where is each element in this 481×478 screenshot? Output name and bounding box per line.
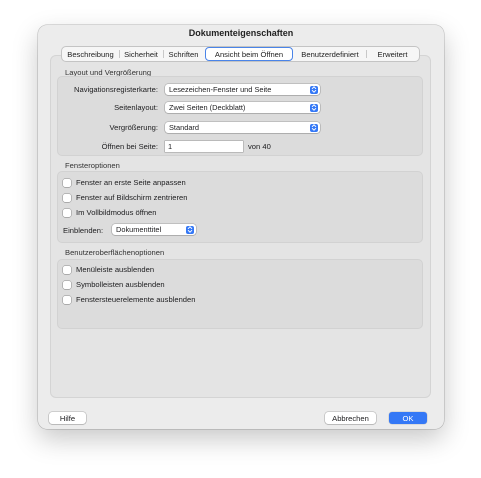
checkbox-hide-menubar[interactable]: Menüleiste ausblenden bbox=[63, 265, 154, 274]
section-title-ui-options: Benutzeroberflächenoptionen bbox=[65, 248, 165, 257]
open-page-label: Öffnen bei Seite: bbox=[101, 142, 158, 151]
popup-arrows-icon bbox=[310, 85, 318, 94]
help-button[interactable]: Hilfe bbox=[49, 412, 86, 424]
checkbox-label: Fenster an erste Seite anpassen bbox=[76, 178, 186, 187]
tab-schriften[interactable]: Schriften bbox=[163, 47, 204, 61]
show-label: Einblenden: bbox=[63, 226, 104, 235]
checkbox-hide-window-controls[interactable]: Fenstersteuerelemente ausblenden bbox=[63, 295, 195, 304]
nav-tab-label: Navigationsregisterkarte: bbox=[74, 85, 158, 94]
checkbox-label: Fenstersteuerelemente ausblenden bbox=[76, 295, 196, 304]
document-properties-dialog: Dokumenteigenschaften Beschreibung Siche… bbox=[38, 25, 444, 429]
zoom-value: Standard bbox=[169, 123, 199, 132]
open-page-input[interactable]: 1 bbox=[165, 141, 243, 152]
checkbox-box[interactable] bbox=[63, 265, 71, 274]
dialog-title: Dokumenteigenschaften bbox=[188, 28, 294, 38]
checkbox-label: Symbolleisten ausblenden bbox=[76, 280, 165, 289]
page-layout-value: Zwei Seiten (Deckblatt) bbox=[169, 103, 246, 112]
page-layout-popup[interactable]: Zwei Seiten (Deckblatt) bbox=[165, 102, 320, 113]
popup-arrows-icon bbox=[310, 123, 318, 132]
checkbox-hide-toolbars[interactable]: Symbolleisten ausblenden bbox=[63, 280, 165, 289]
checkbox-label: Im Vollbildmodus öffnen bbox=[76, 208, 157, 217]
checkbox-box[interactable] bbox=[63, 295, 71, 304]
section-title-window-options: Fensteroptionen bbox=[65, 161, 120, 170]
checkbox-box[interactable] bbox=[63, 178, 71, 187]
zoom-popup[interactable]: Standard bbox=[165, 122, 320, 133]
checkbox-box[interactable] bbox=[63, 193, 71, 202]
checkbox-center-window[interactable]: Fenster auf Bildschirm zentrieren bbox=[63, 193, 187, 202]
cancel-button[interactable]: Abbrechen bbox=[325, 412, 376, 424]
tab-benutzerdefiniert[interactable]: Benutzerdefiniert bbox=[294, 47, 366, 61]
popup-arrows-icon bbox=[310, 103, 318, 112]
tab-erweitert[interactable]: Erweitert bbox=[366, 47, 419, 61]
show-value: Dokumenttitel bbox=[116, 225, 162, 234]
tab-ansicht-beim-oeffnen[interactable]: Ansicht beim Öffnen bbox=[205, 47, 293, 61]
show-popup[interactable]: Dokumenttitel bbox=[112, 224, 196, 235]
popup-arrows-icon bbox=[186, 225, 194, 234]
checkbox-box[interactable] bbox=[63, 208, 71, 217]
checkbox-box[interactable] bbox=[63, 280, 71, 289]
tab-content-panel: Layout und Vergrößerung Navigationsregis… bbox=[50, 55, 431, 398]
ok-button[interactable]: OK bbox=[389, 412, 427, 424]
tab-bar: Beschreibung Sicherheit Schriften Ansich… bbox=[61, 46, 420, 62]
checkbox-label: Fenster auf Bildschirm zentrieren bbox=[76, 193, 188, 202]
page-count-label: von 40 bbox=[248, 142, 271, 151]
tab-sicherheit[interactable]: Sicherheit bbox=[119, 47, 163, 61]
nav-tab-popup[interactable]: Lesezeichen-Fenster und Seite bbox=[165, 84, 320, 95]
nav-tab-value: Lesezeichen-Fenster und Seite bbox=[169, 85, 272, 94]
page-layout-label: Seitenlayout: bbox=[114, 103, 158, 112]
checkbox-label: Menüleiste ausblenden bbox=[76, 265, 155, 274]
zoom-label: Vergrößerung: bbox=[109, 123, 158, 132]
checkbox-fit-first-page[interactable]: Fenster an erste Seite anpassen bbox=[63, 178, 186, 187]
checkbox-fullscreen[interactable]: Im Vollbildmodus öffnen bbox=[63, 208, 157, 217]
tab-beschreibung[interactable]: Beschreibung bbox=[62, 47, 119, 61]
